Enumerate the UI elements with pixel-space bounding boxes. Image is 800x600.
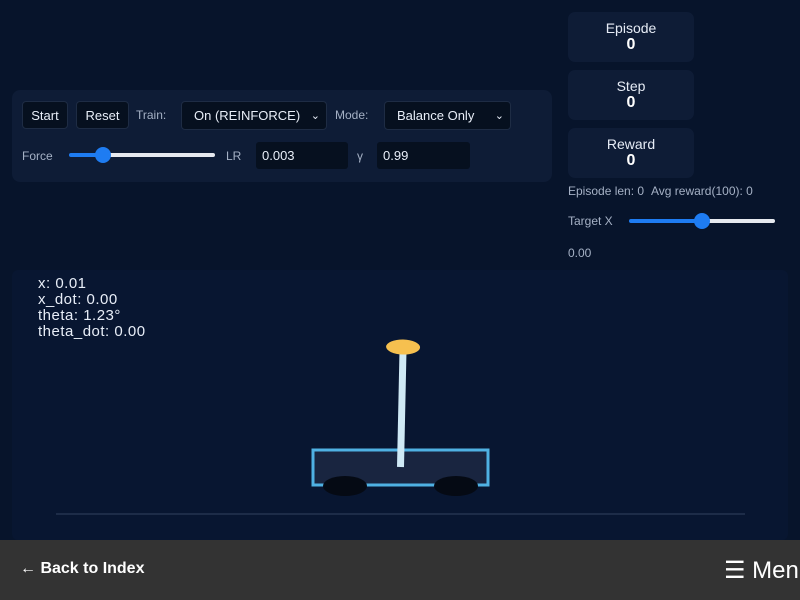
slider-track xyxy=(103,153,215,157)
stat-title: Step xyxy=(616,78,646,94)
start-button[interactable]: Start xyxy=(22,101,68,129)
slider-thumb[interactable] xyxy=(694,213,710,229)
episode-stat: Episode 0 xyxy=(568,12,694,62)
footer-bar: ← Back to Index ☰ Menu xyxy=(0,540,800,600)
target-x-label: Target X xyxy=(568,214,613,228)
pole-group xyxy=(386,339,421,468)
lr-input[interactable]: 0.003 xyxy=(256,142,348,169)
slider-track xyxy=(702,219,775,223)
stat-value: 0 xyxy=(626,94,636,111)
chevron-down-icon: ⌄ xyxy=(310,110,320,122)
target-x-slider[interactable] xyxy=(629,213,775,229)
right-wheel xyxy=(434,476,478,496)
back-to-index-link[interactable]: ← Back to Index xyxy=(20,560,144,578)
menu-button[interactable]: ☰ Menu xyxy=(724,556,800,585)
reward-stat: Reward 0 xyxy=(568,128,694,178)
stat-value: 0 xyxy=(626,36,636,53)
simulation-canvas: x: 0.01 x_dot: 0.00 theta: 1.23° theta_d… xyxy=(12,270,788,540)
stat-value: 0 xyxy=(626,152,636,169)
pole xyxy=(397,347,407,468)
force-slider[interactable] xyxy=(69,147,215,163)
target-x-value: 0.00 xyxy=(568,246,592,260)
train-select[interactable]: On (REINFORCE) ⌄ xyxy=(181,101,327,130)
pole-bob xyxy=(386,339,421,355)
gamma-input[interactable]: 0.99 xyxy=(377,142,470,169)
left-wheel xyxy=(323,476,367,496)
gamma-label: γ xyxy=(357,149,363,163)
control-panel: Start Reset Train: On (REINFORCE) ⌄ Mode… xyxy=(12,90,552,182)
train-label: Train: xyxy=(136,108,167,122)
slider-thumb[interactable] xyxy=(95,147,111,163)
mode-label: Mode: xyxy=(335,108,369,122)
episode-len-text: Episode len: 0 xyxy=(568,184,645,198)
slider-fill xyxy=(629,219,702,223)
reset-button[interactable]: Reset xyxy=(76,101,129,129)
stat-title: Reward xyxy=(606,136,656,152)
avg-reward-text: Avg reward(100): 0 xyxy=(651,184,753,198)
force-label: Force xyxy=(22,149,53,163)
train-select-value: On (REINFORCE) xyxy=(194,108,301,123)
mode-select-value: Balance Only xyxy=(397,108,475,123)
cartpole-drawing xyxy=(56,339,745,515)
mode-select[interactable]: Balance Only ⌄ xyxy=(384,101,511,130)
step-stat: Step 0 xyxy=(568,70,694,120)
chevron-down-icon: ⌄ xyxy=(494,110,504,122)
lr-label: LR xyxy=(226,149,242,163)
stat-title: Episode xyxy=(605,20,657,36)
